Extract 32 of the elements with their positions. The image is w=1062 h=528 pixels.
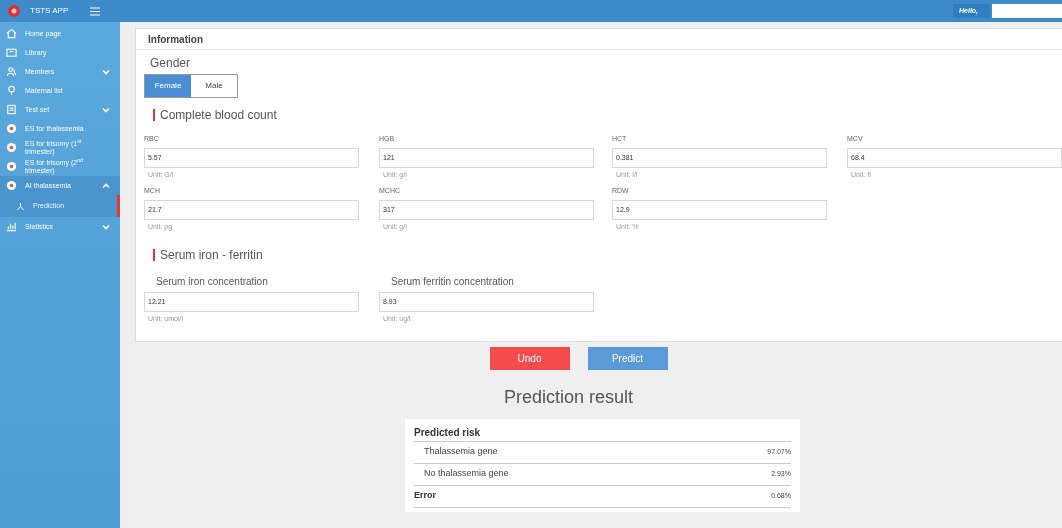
section-title: Complete blood count [160,107,277,124]
logo-icon [8,5,20,17]
pin-icon [6,85,17,96]
users-icon [6,66,17,77]
chevron-icon[interactable] [102,222,110,231]
field-label: Serum iron concentration [156,275,269,289]
clipboard-icon [6,104,17,115]
field-label: Serum ferritin concentration [391,275,515,289]
folder-icon [6,47,17,58]
gender-option[interactable]: Female [145,75,191,97]
table-title: Predicted risk [414,422,791,442]
chevron-icon[interactable] [102,105,110,114]
target-icon [6,161,17,172]
gender-label: Gender [150,55,192,72]
predict-button[interactable]: Predict [587,346,668,370]
app-title: TSTS APP [30,5,69,17]
section-title: Serum iron - ferritin [160,247,263,264]
user-field[interactable] [992,4,1062,18]
risk-label: Error [414,489,436,503]
chevron-icon[interactable] [102,67,110,76]
home-icon [6,28,17,39]
chart-icon [6,221,17,232]
risk-label: Thalassemia gene [424,445,498,459]
target-icon [6,123,17,134]
card-title: Information [136,29,1062,50]
risk-label: No thalassemia gene [424,467,509,481]
target-icon [6,142,17,153]
undo-button[interactable]: Undo [489,346,570,370]
result-title: Prediction result [502,385,635,409]
target-icon [6,180,17,191]
chevron-icon[interactable] [102,181,110,190]
menu-icon[interactable] [90,6,101,16]
